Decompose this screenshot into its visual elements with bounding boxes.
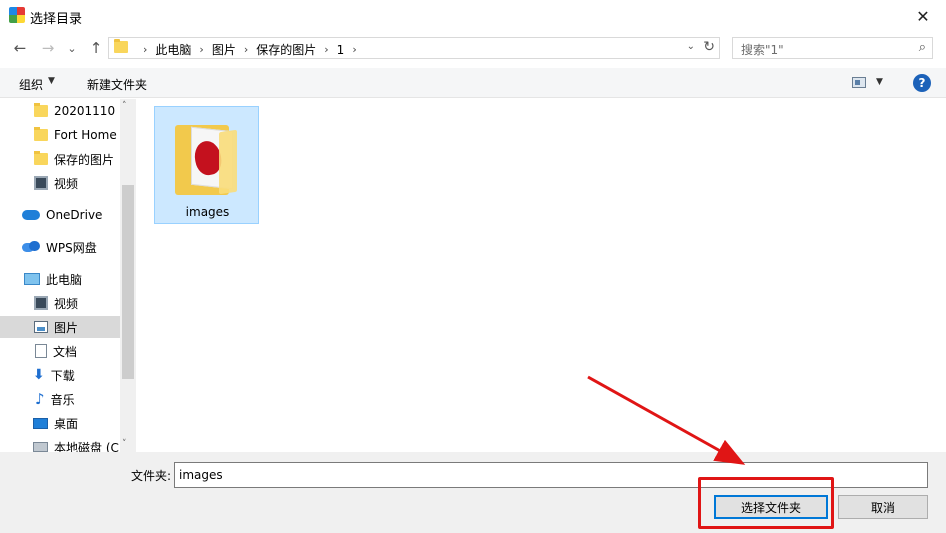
breadcrumb-this-pc[interactable]: 此电脑 — [155, 41, 191, 58]
sidebar-item-onedrive[interactable]: OneDrive — [0, 204, 120, 226]
sidebar-item-this-pc[interactable]: 此电脑 — [0, 268, 120, 290]
organize-dropdown-icon[interactable]: ▼ — [48, 76, 55, 86]
sidebar-item-label: 保存的图片 — [54, 152, 115, 167]
sidebar-item-music[interactable]: ♪ 音乐 — [0, 388, 120, 410]
close-button[interactable]: ✕ — [900, 0, 946, 32]
chevron-right-icon[interactable]: › — [244, 43, 248, 56]
address-dropdown-icon[interactable]: ⌄ — [687, 41, 695, 52]
folder-item-images[interactable]: images — [154, 106, 259, 224]
sidebar-item-label: 音乐 — [50, 392, 75, 407]
help-icon[interactable]: ? — [913, 74, 931, 92]
download-icon: ⬇ — [33, 367, 45, 383]
sidebar-item-videos-pc[interactable]: 视频 — [0, 292, 120, 314]
address-bar[interactable]: › 此电脑 › 图片 › 保存的图片 › 1 › ⌄ ↻ — [108, 37, 720, 59]
search-placeholder: 搜索"1" — [741, 43, 784, 57]
view-dropdown-icon[interactable]: ▼ — [876, 77, 883, 87]
folder-icon — [114, 39, 128, 53]
view-options-icon[interactable] — [852, 77, 866, 88]
sidebar-item-label: 下载 — [50, 368, 75, 383]
sidebar-item-label: 视频 — [54, 176, 79, 191]
pictures-icon — [34, 321, 48, 333]
up-button[interactable]: ↑ — [86, 38, 106, 58]
recent-locations-dropdown[interactable]: ⌄ — [62, 38, 82, 58]
app-icon — [9, 7, 25, 23]
sidebar-item-documents[interactable]: 文档 — [0, 340, 120, 362]
sidebar-item-label: OneDrive — [46, 208, 103, 222]
sidebar-item-pictures[interactable]: 图片 — [0, 316, 120, 338]
breadcrumb-saved-pictures[interactable]: 保存的图片 — [256, 41, 316, 58]
folder-icon — [34, 127, 48, 141]
chevron-right-icon[interactable]: › — [352, 43, 356, 56]
sidebar-item-label: 图片 — [54, 320, 79, 335]
video-icon — [34, 176, 48, 190]
wps-cloud-icon — [22, 241, 40, 253]
window-title: 选择目录 — [30, 12, 83, 27]
sidebar-item-wps-cloud[interactable]: WPS网盘 — [0, 236, 120, 258]
scrollbar-thumb[interactable] — [122, 185, 134, 379]
scroll-up-icon[interactable]: ˄ — [122, 101, 127, 111]
breadcrumb: › 此电脑 › 图片 › 保存的图片 › 1 › — [135, 41, 365, 58]
cancel-button[interactable]: 取消 — [838, 495, 928, 519]
sidebar-item-desktop[interactable]: 桌面 — [0, 412, 120, 434]
chevron-right-icon[interactable]: › — [199, 43, 203, 56]
sidebar-item-downloads[interactable]: ⬇ 下载 — [0, 364, 120, 386]
sidebar-item-label: 本地磁盘 (C — [54, 440, 119, 453]
folder-field-label: 文件夹: — [131, 469, 172, 483]
search-input[interactable]: 搜索"1" ⌕ — [732, 37, 933, 59]
video-icon — [34, 296, 48, 310]
organize-button[interactable]: 组织 — [19, 76, 43, 93]
new-folder-button[interactable]: 新建文件夹 — [87, 76, 147, 93]
back-button[interactable]: ← — [10, 38, 30, 58]
title-bar: 选择目录 ✕ — [0, 0, 946, 32]
breadcrumb-1[interactable]: 1 — [337, 43, 345, 57]
file-list: images — [136, 99, 946, 452]
sidebar-item-label: 20201110 — [54, 104, 116, 118]
scroll-down-icon[interactable]: ˅ — [122, 439, 127, 449]
sidebar-scrollbar[interactable]: ˄ ˅ — [120, 99, 136, 452]
sidebar-item-fort-home[interactable]: Fort Home — [0, 124, 120, 146]
navigation-pane: 20201110 Fort Home 保存的图片 视频 OneDrive WPS… — [0, 99, 136, 452]
breadcrumb-pictures[interactable]: 图片 — [212, 41, 236, 58]
chevron-right-icon[interactable]: › — [324, 43, 328, 56]
sidebar-item-label: 文档 — [53, 344, 78, 359]
sidebar-item-saved-pictures[interactable]: 保存的图片 — [0, 148, 120, 170]
documents-icon — [35, 344, 47, 358]
forward-button[interactable]: → — [38, 38, 58, 58]
music-icon: ♪ — [35, 390, 45, 408]
pc-icon — [24, 273, 40, 285]
command-toolbar: 组织 ▼ 新建文件夹 ▼ ? — [0, 68, 946, 98]
sidebar-item-label: WPS网盘 — [46, 240, 97, 255]
folder-with-strawberry-icon — [175, 117, 239, 195]
onedrive-icon — [22, 210, 40, 220]
navigation-bar: ← → ⌄ ↑ › 此电脑 › 图片 › 保存的图片 › 1 › ⌄ ↻ 搜索"… — [0, 32, 946, 64]
disk-icon — [33, 442, 48, 452]
search-icon[interactable]: ⌕ — [919, 40, 926, 55]
sidebar-item-20201110[interactable]: 20201110 — [0, 100, 120, 122]
sidebar-item-local-disk-c[interactable]: 本地磁盘 (C — [0, 436, 120, 452]
chevron-right-icon: › — [143, 43, 148, 56]
sidebar-item-label: 桌面 — [54, 416, 79, 431]
sidebar-item-label: 视频 — [54, 296, 79, 311]
sidebar-item-label: Fort Home — [54, 128, 117, 142]
folder-icon — [34, 103, 48, 117]
desktop-icon — [33, 417, 48, 429]
refresh-icon[interactable]: ↻ — [703, 39, 715, 55]
sidebar-item-videos[interactable]: 视频 — [0, 172, 120, 194]
annotation-highlight-box — [698, 477, 834, 529]
sidebar-item-label: 此电脑 — [46, 272, 83, 287]
folder-item-label: images — [185, 205, 230, 219]
folder-icon — [34, 151, 48, 165]
